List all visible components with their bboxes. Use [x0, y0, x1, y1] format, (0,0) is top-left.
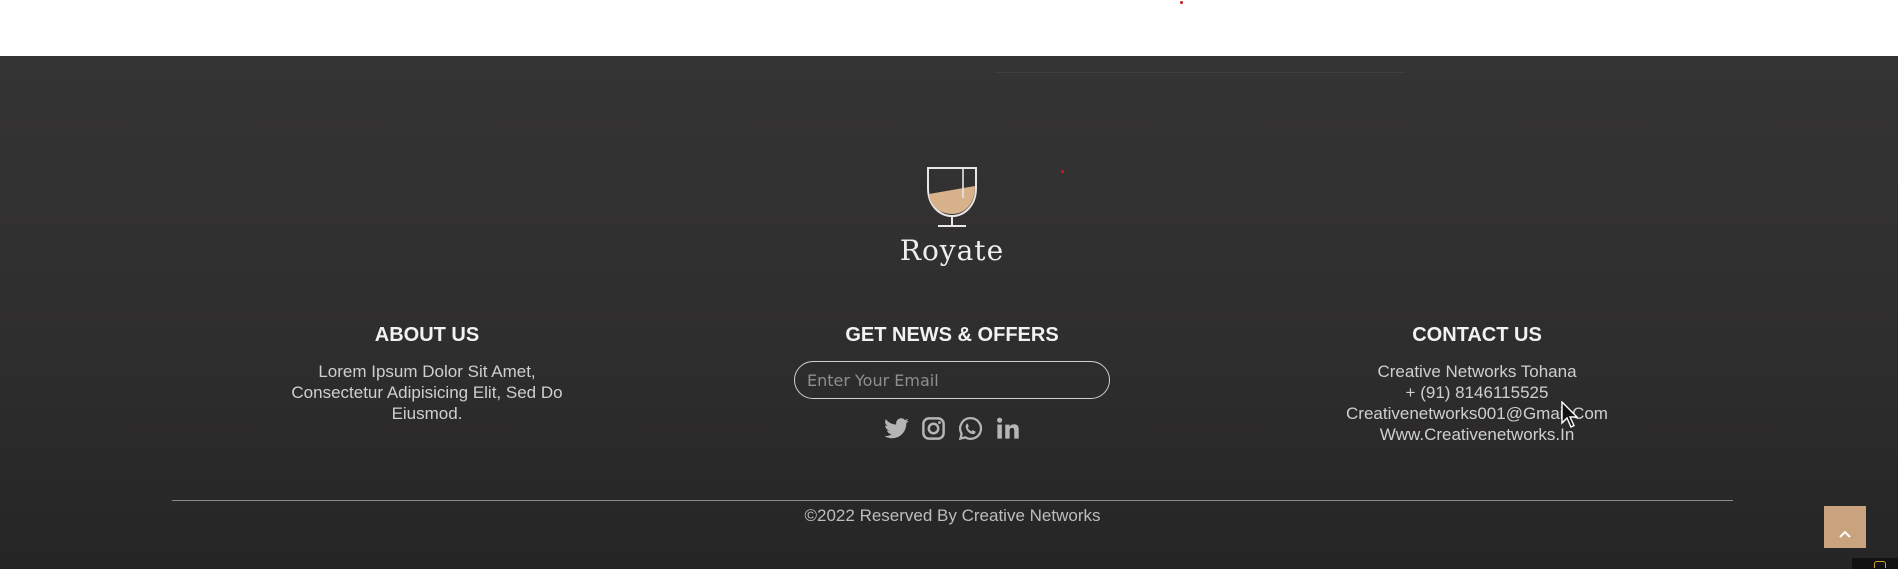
back-to-top-button[interactable]: [1824, 506, 1866, 548]
contact-address: Creative Networks Tohana: [1377, 362, 1577, 381]
corner-widget[interactable]: [1852, 558, 1898, 569]
red-dot-decoration: [1180, 1, 1183, 4]
contact-heading: CONTACT US: [1412, 324, 1542, 346]
news-section: GET NEWS & OFFERS: [762, 324, 1142, 442]
contact-email[interactable]: Creativenetworks001@Gmail.Com: [1287, 403, 1667, 424]
about-section: ABOUT US Lorem Ipsum Dolor Sit Amet, Con…: [237, 324, 617, 424]
whatsapp-link[interactable]: [957, 415, 984, 442]
social-links: [762, 415, 1142, 442]
copyright-text: ©2022 Reserved By Creative Networks: [804, 506, 1101, 525]
about-text: Lorem Ipsum Dolor Sit Amet, Consectetur …: [291, 362, 563, 423]
wine-glass-icon: [927, 167, 977, 227]
about-heading: ABOUT US: [374, 324, 480, 346]
red-dot-decoration: [1061, 170, 1064, 173]
faint-divider: [995, 72, 1405, 73]
widget-icon: [1874, 561, 1886, 568]
top-white-band: [0, 0, 1898, 56]
email-input[interactable]: [794, 361, 1110, 399]
instagram-icon: [922, 417, 945, 440]
twitter-link[interactable]: [883, 415, 910, 442]
contact-section: CONTACT US Creative Networks Tohana + (9…: [1287, 324, 1667, 445]
brand-block[interactable]: Royate: [849, 164, 1055, 267]
footer-divider: [172, 500, 1733, 501]
contact-website[interactable]: Www.Creativenetworks.In: [1287, 424, 1667, 445]
twitter-icon: [884, 418, 909, 439]
chevron-up-icon: [1839, 530, 1851, 538]
site-footer: Royate ABOUT US Lorem Ipsum Dolor Sit Am…: [0, 56, 1898, 569]
whatsapp-icon: [958, 417, 983, 441]
mouse-cursor-icon: [1561, 401, 1579, 428]
news-heading: GET NEWS & OFFERS: [845, 324, 1059, 346]
instagram-link[interactable]: [920, 415, 947, 442]
brand-name: Royate: [899, 234, 1005, 267]
linkedin-icon: [997, 417, 1019, 439]
linkedin-link[interactable]: [994, 415, 1021, 442]
contact-phone[interactable]: + (91) 8146115525: [1287, 382, 1667, 403]
